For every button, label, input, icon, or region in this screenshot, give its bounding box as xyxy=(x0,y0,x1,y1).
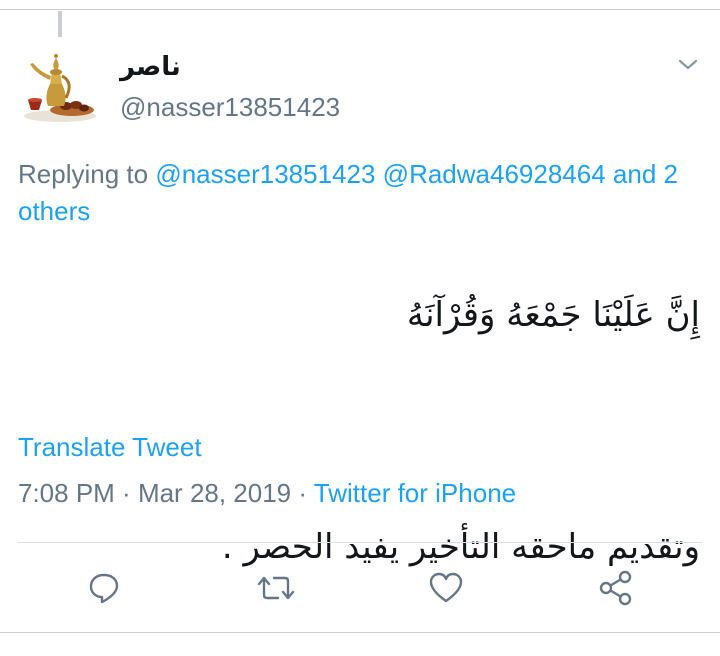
retweet-button[interactable] xyxy=(256,568,296,608)
reply-icon xyxy=(89,573,119,604)
meta-separator: · xyxy=(114,478,138,508)
tweet-text-line: إِنَّ عَلَيْنَا جَمْعَهُ وَقُرْآنَهُ xyxy=(406,295,700,335)
chevron-down-icon[interactable] xyxy=(676,56,700,74)
dallah-avatar-icon xyxy=(24,54,96,122)
avatar[interactable] xyxy=(20,44,100,124)
share-button[interactable] xyxy=(596,568,636,608)
meta-separator: · xyxy=(291,478,314,508)
like-button[interactable] xyxy=(426,568,466,608)
mention-link[interactable]: @Radwa46928464 xyxy=(383,159,606,189)
like-icon xyxy=(429,572,463,603)
action-bar xyxy=(0,568,720,612)
reply-button[interactable] xyxy=(84,568,124,608)
thread-connector xyxy=(58,11,62,37)
translate-tweet-link[interactable]: Translate Tweet xyxy=(18,432,202,463)
tweet-meta: 7:08 PM · Mar 28, 2019 · Twitter for iPh… xyxy=(18,478,516,509)
author-block[interactable]: ناصر xyxy=(120,52,181,82)
retweet-icon xyxy=(257,576,295,600)
divider xyxy=(0,632,720,633)
replying-to: Replying to @nasser13851423 @Radwa469284… xyxy=(18,156,708,230)
replying-to-prefix: Replying to xyxy=(18,159,149,189)
divider xyxy=(18,542,702,543)
display-name[interactable]: ناصر xyxy=(120,52,181,82)
tweet-source-link[interactable]: Twitter for iPhone xyxy=(314,478,516,508)
mention-link[interactable]: @nasser13851423 xyxy=(155,159,375,189)
share-icon xyxy=(599,570,632,606)
top-border xyxy=(0,0,720,10)
tweet-date: Mar 28, 2019 xyxy=(137,478,292,508)
tweet-time: 7:08 PM xyxy=(18,478,115,508)
user-handle[interactable]: @nasser13851423 xyxy=(120,92,340,123)
